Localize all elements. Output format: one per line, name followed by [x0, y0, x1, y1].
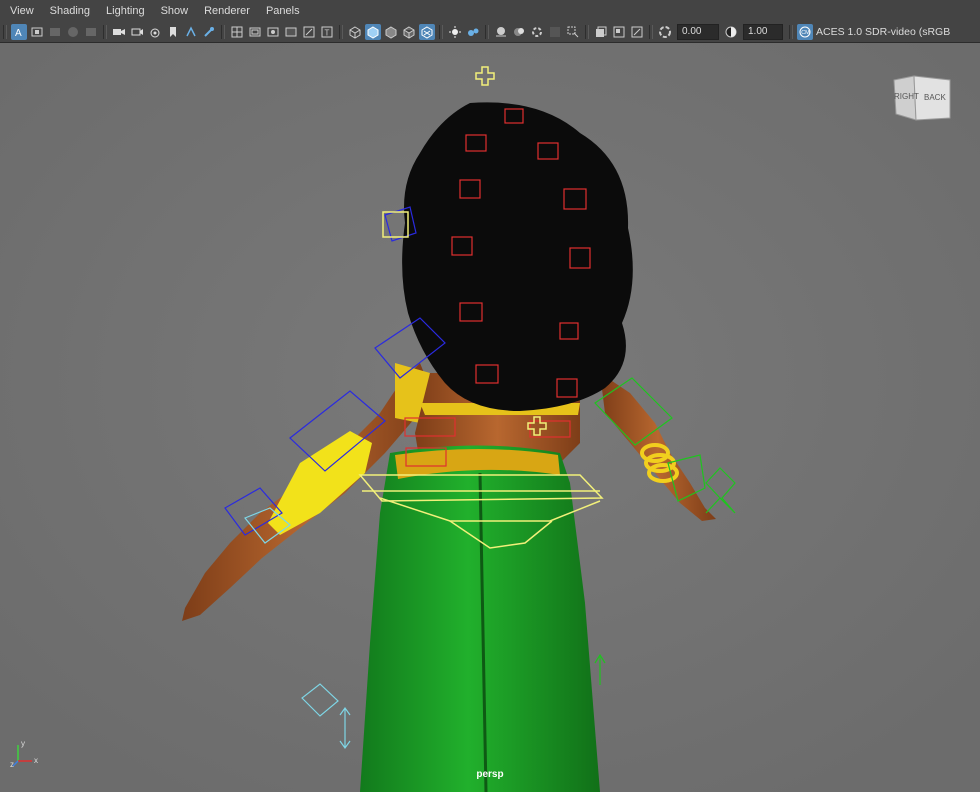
- safe-action-icon[interactable]: [183, 24, 199, 40]
- toolbar-separator: [485, 25, 489, 39]
- two-pane-icon[interactable]: [593, 24, 609, 40]
- menu-lighting[interactable]: Lighting: [96, 0, 151, 22]
- gamma-icon: [723, 24, 739, 40]
- viewport-toolbar: A T 0.00 1.00 CM ACES 1.0 SDR-video (sRG…: [0, 22, 980, 43]
- backface-culling-icon[interactable]: [529, 24, 545, 40]
- xray-active-icon[interactable]: [493, 24, 509, 40]
- axis-gizmo: y x z: [10, 739, 40, 769]
- scene-render: [0, 43, 980, 792]
- camera-name-label: persp: [476, 769, 504, 780]
- menu-view[interactable]: View: [0, 0, 40, 22]
- depth-of-field-icon[interactable]: [419, 24, 435, 40]
- screen-space-ao-icon[interactable]: [365, 24, 381, 40]
- textured-icon[interactable]: [301, 24, 317, 40]
- axis-z-label: z: [10, 760, 14, 769]
- shadows-icon[interactable]: [347, 24, 363, 40]
- hud-icon[interactable]: [611, 24, 627, 40]
- field-chart-icon[interactable]: [165, 24, 181, 40]
- menu-show[interactable]: Show: [151, 0, 195, 22]
- axis-x-label: x: [34, 756, 38, 765]
- color-space-label[interactable]: ACES 1.0 SDR-video (sRGB: [816, 26, 950, 38]
- smooth-shade-icon[interactable]: [247, 24, 263, 40]
- multisample-aa-icon[interactable]: [401, 24, 417, 40]
- menu-shading[interactable]: Shading: [40, 0, 96, 22]
- svg-text:T: T: [325, 29, 330, 38]
- toolbar-separator: [439, 25, 443, 39]
- xray-joints-icon[interactable]: [511, 24, 527, 40]
- toolbar-separator: [789, 25, 793, 39]
- toolbar-separator: [585, 25, 589, 39]
- 3d-viewport[interactable]: RIGHT BACK y x z persp: [0, 43, 980, 792]
- camera-attributes-icon[interactable]: [29, 24, 45, 40]
- menu-renderer[interactable]: Renderer: [194, 0, 256, 22]
- image-plane-icon[interactable]: [65, 24, 81, 40]
- use-all-lights-icon[interactable]: T: [319, 24, 335, 40]
- color-management-badge-text: CM: [801, 30, 810, 36]
- color-management-icon[interactable]: CM: [797, 24, 813, 40]
- grid-icon[interactable]: [83, 24, 99, 40]
- toolbar-separator: [221, 25, 225, 39]
- gamma-field[interactable]: 1.00: [743, 24, 783, 40]
- default-material-icon[interactable]: [265, 24, 281, 40]
- toolbar-separator: [3, 25, 7, 39]
- isolate-select-icon[interactable]: [447, 24, 463, 40]
- panel-layout-icon[interactable]: [629, 24, 645, 40]
- bookmark-icon[interactable]: [47, 24, 63, 40]
- toolbar-separator: [339, 25, 343, 39]
- film-gate-icon[interactable]: [111, 24, 127, 40]
- safe-title-icon[interactable]: [201, 24, 217, 40]
- gate-mask-icon[interactable]: [147, 24, 163, 40]
- resolution-gate-icon[interactable]: [129, 24, 145, 40]
- exposure-field[interactable]: 0.00: [677, 24, 719, 40]
- xray-icon[interactable]: [465, 24, 481, 40]
- grease-pencil-icon[interactable]: [565, 24, 581, 40]
- toolbar-separator: [649, 25, 653, 39]
- viewcube-right-label[interactable]: RIGHT: [894, 92, 919, 101]
- axis-y-label: y: [21, 739, 25, 748]
- svg-text:A: A: [15, 28, 22, 39]
- exposure-icon: [657, 24, 673, 40]
- toolbar-separator: [103, 25, 107, 39]
- hair[interactable]: [402, 102, 633, 411]
- aa-toggle-icon[interactable]: [547, 24, 563, 40]
- viewcube-back-label[interactable]: BACK: [924, 93, 946, 102]
- select-camera-icon[interactable]: A: [11, 24, 27, 40]
- viewport-menubar: View Shading Lighting Show Renderer Pane…: [0, 0, 980, 22]
- viewcube[interactable]: RIGHT BACK: [892, 74, 952, 124]
- shaded-wireframe-icon[interactable]: [283, 24, 299, 40]
- wireframe-icon[interactable]: [229, 24, 245, 40]
- motion-blur-icon[interactable]: [383, 24, 399, 40]
- menu-panels[interactable]: Panels: [256, 0, 306, 22]
